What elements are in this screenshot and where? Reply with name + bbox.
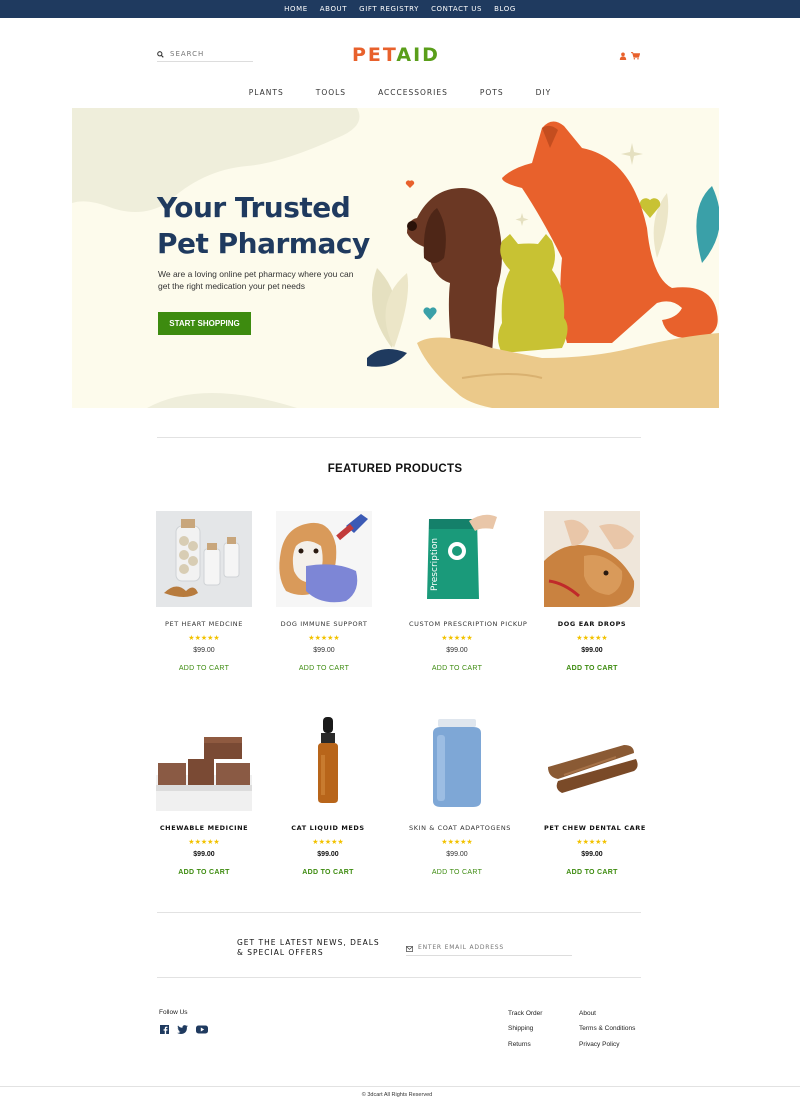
rating-stars: ★★★★★	[441, 839, 473, 846]
product-price: $99.00	[193, 647, 215, 654]
topnav-blog[interactable]: BLOG	[494, 5, 516, 13]
hero-subtitle: We are a loving online pet pharmacy wher…	[158, 269, 354, 291]
product-name[interactable]: PET CHEW DENTAL CARE	[544, 824, 645, 833]
product-price: $99.00	[313, 647, 335, 654]
product-image[interactable]	[544, 715, 640, 811]
footer-link-shipping[interactable]: Shipping	[508, 1025, 533, 1032]
product-name[interactable]: DOG IMMUNE SUPPORT	[276, 620, 372, 629]
topnav-contact-us[interactable]: CONTACT US	[431, 5, 482, 13]
facebook-icon[interactable]	[160, 1021, 169, 1039]
email-input[interactable]	[418, 944, 568, 951]
product-card[interactable]: SKIN & COAT ADAPTOGENS ★★★★★ $99.00 ADD …	[409, 715, 510, 879]
divider	[157, 977, 641, 978]
add-to-cart-button[interactable]: ADD TO CART	[409, 869, 505, 876]
product-price: $99.00	[446, 647, 468, 654]
product-card[interactable]: PET CHEW DENTAL CARE ★★★★★ $99.00 ADD TO…	[544, 715, 645, 879]
product-image[interactable]	[544, 511, 640, 607]
follow-us-label: Follow Us	[159, 1009, 188, 1016]
product-card[interactable]: PET HEART MEDCINE ★★★★★ $99.00 ADD TO CA…	[156, 511, 252, 675]
product-image[interactable]: Prescription	[409, 511, 505, 607]
footer-link-track-order[interactable]: Track Order	[508, 1010, 542, 1017]
rating-stars: ★★★★★	[576, 839, 608, 846]
product-name[interactable]: DOG EAR DROPS	[544, 620, 640, 629]
topnav-about[interactable]: ABOUT	[320, 5, 347, 13]
product-card[interactable]: DOG EAR DROPS ★★★★★ $99.00 ADD TO CART	[544, 511, 640, 675]
product-price: $99.00	[193, 851, 215, 858]
product-price: $99.00	[446, 851, 468, 858]
product-card[interactable]: CAT LIQUID MEDS ★★★★★ $99.00 ADD TO CART	[280, 715, 376, 879]
envelope-icon	[406, 939, 413, 957]
rating-stars: ★★★★★	[188, 635, 220, 642]
hero-title: Your Trusted Pet Pharmacy	[157, 191, 370, 260]
product-image[interactable]	[156, 511, 252, 607]
divider	[157, 912, 641, 913]
product-card[interactable]: DOG IMMUNE SUPPORT ★★★★★ $99.00 ADD TO C…	[276, 511, 372, 675]
product-image[interactable]	[409, 715, 505, 811]
product-image[interactable]	[276, 511, 372, 607]
add-to-cart-button[interactable]: ADD TO CART	[409, 665, 505, 672]
youtube-icon[interactable]	[196, 1021, 208, 1039]
product-price: $99.00	[581, 851, 603, 858]
add-to-cart-button[interactable]: ADD TO CART	[544, 869, 640, 876]
rating-stars: ★★★★★	[188, 839, 220, 846]
svg-text:Prescription: Prescription	[430, 538, 440, 591]
search-bar	[157, 46, 253, 62]
category-nav: PLANTS TOOLS ACCCESSORIES POTS DIY	[0, 88, 800, 97]
search-input[interactable]	[170, 49, 250, 58]
nav-tools[interactable]: TOOLS	[316, 88, 346, 97]
footer-link-terms[interactable]: Terms & Conditions	[579, 1025, 635, 1032]
product-name[interactable]: SKIN & COAT ADAPTOGENS	[409, 824, 510, 833]
add-to-cart-button[interactable]: ADD TO CART	[276, 665, 372, 672]
copyright-text: © 3dcart All Rights Reserved	[361, 1092, 433, 1098]
product-price: $99.00	[317, 851, 339, 858]
product-card[interactable]: CHEWABLE MEDICINE ★★★★★ $99.00 ADD TO CA…	[156, 715, 252, 879]
rating-stars: ★★★★★	[441, 635, 473, 642]
twitter-icon[interactable]	[177, 1021, 188, 1039]
search-icon[interactable]	[157, 45, 164, 63]
rating-stars: ★★★★★	[308, 635, 340, 642]
add-to-cart-button[interactable]: ADD TO CART	[156, 665, 252, 672]
product-image[interactable]	[280, 715, 376, 811]
brand-logo[interactable]: PETAID	[352, 44, 440, 66]
topnav-gift-registry[interactable]: GIFT REGISTRY	[359, 5, 419, 13]
nav-diy[interactable]: DIY	[536, 88, 552, 97]
product-price: $99.00	[581, 647, 603, 654]
add-to-cart-button[interactable]: ADD TO CART	[544, 665, 640, 672]
rating-stars: ★★★★★	[576, 635, 608, 642]
footer-link-about[interactable]: About	[579, 1010, 596, 1017]
nav-plants[interactable]: PLANTS	[249, 88, 284, 97]
newsletter-form	[406, 940, 572, 956]
product-name[interactable]: CAT LIQUID MEDS	[280, 824, 376, 833]
footer-link-privacy[interactable]: Privacy Policy	[579, 1041, 619, 1048]
product-name[interactable]: PET HEART MEDCINE	[156, 620, 252, 629]
product-name[interactable]: CHEWABLE MEDICINE	[156, 824, 252, 833]
social-links	[160, 1021, 208, 1039]
start-shopping-button[interactable]: START SHOPPING	[158, 312, 251, 335]
header-icons	[619, 47, 641, 65]
product-card[interactable]: Prescription CUSTOM PRESCRIPTION PICKUP …	[409, 511, 527, 675]
newsletter-text: GET THE LATEST NEWS, DEALS & SPECIAL OFFE…	[237, 938, 380, 957]
topnav-home[interactable]: HOME	[284, 5, 308, 13]
cart-icon[interactable]	[631, 47, 641, 65]
nav-pots[interactable]: POTS	[480, 88, 504, 97]
divider	[0, 1086, 800, 1087]
add-to-cart-button[interactable]: ADD TO CART	[156, 869, 252, 876]
footer-link-returns[interactable]: Returns	[508, 1041, 531, 1048]
rating-stars: ★★★★★	[312, 839, 344, 846]
product-image[interactable]	[156, 715, 252, 811]
nav-accessories[interactable]: ACCCESSORIES	[378, 88, 448, 97]
account-icon[interactable]	[619, 47, 627, 65]
hero-banner: Your Trusted Pet Pharmacy We are a loving…	[72, 108, 719, 408]
top-nav-bar: HOME ABOUT GIFT REGISTRY CONTACT US BLOG	[0, 0, 800, 18]
product-name[interactable]: CUSTOM PRESCRIPTION PICKUP	[409, 620, 527, 629]
featured-products-title: FEATURED PRODUCTS	[327, 463, 463, 475]
divider	[157, 437, 641, 438]
add-to-cart-button[interactable]: ADD TO CART	[280, 869, 376, 876]
